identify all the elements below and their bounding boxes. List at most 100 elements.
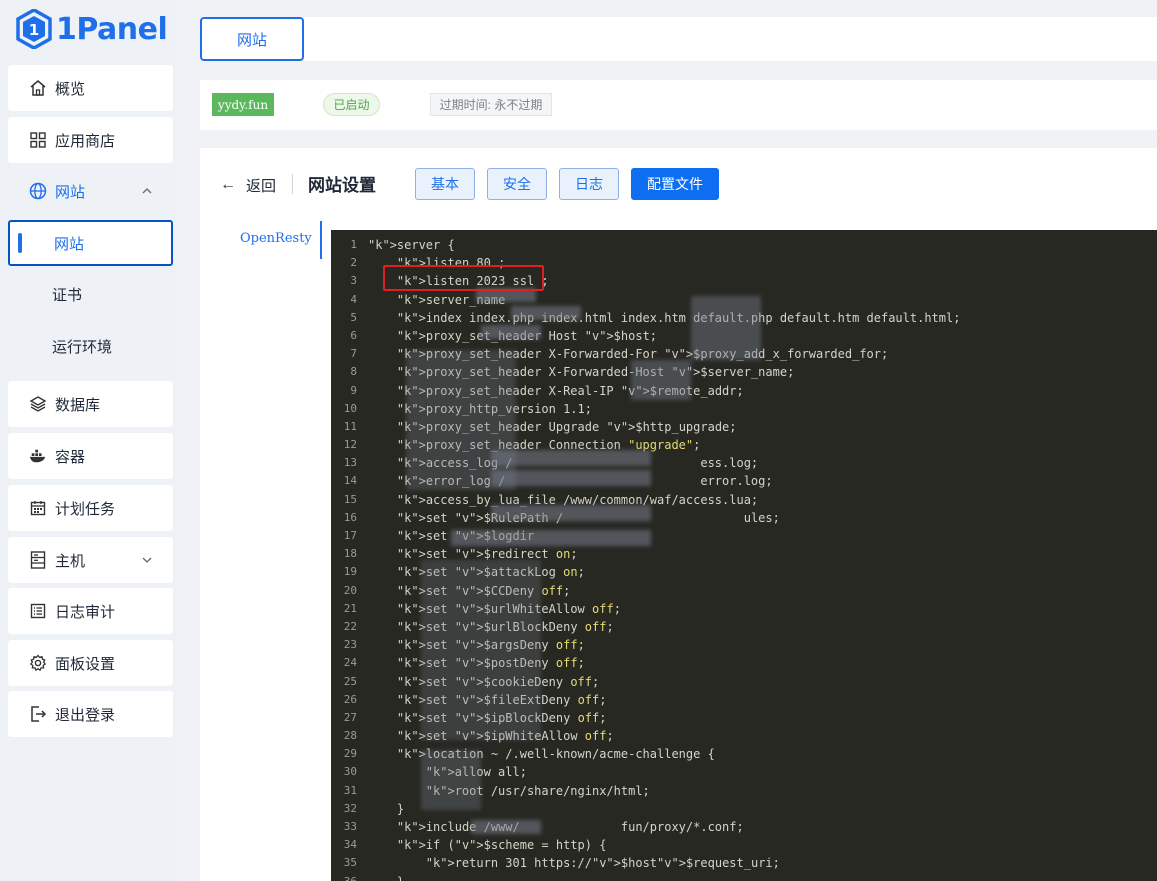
line-number: 6 bbox=[350, 328, 357, 342]
nav-logout[interactable]: 退出登录 bbox=[8, 691, 173, 737]
svg-text:1: 1 bbox=[29, 21, 39, 39]
back-label: 返回 bbox=[246, 177, 277, 195]
top-tab-bar bbox=[200, 17, 1157, 61]
sidebar-item-websites-label: 网站 bbox=[54, 235, 85, 253]
redaction-blur bbox=[406, 350, 516, 490]
line-number: 3 bbox=[350, 274, 357, 288]
home-icon bbox=[29, 79, 47, 97]
calendar-icon bbox=[29, 499, 47, 517]
logo[interactable]: 1 1Panel bbox=[16, 8, 168, 50]
redaction-blur bbox=[511, 306, 581, 320]
line-number: 7 bbox=[350, 347, 357, 361]
nav-overview[interactable]: 概览 bbox=[8, 65, 173, 111]
status-badge: 已启动 bbox=[323, 93, 380, 116]
line-number: 1 bbox=[350, 238, 357, 251]
gear-icon bbox=[29, 654, 47, 672]
line-number: 16 bbox=[343, 510, 357, 524]
redaction-blur bbox=[421, 750, 481, 810]
line-number: 26 bbox=[343, 692, 357, 706]
line-number: 23 bbox=[343, 638, 357, 652]
config-file-button[interactable]: 配置文件 bbox=[631, 168, 719, 200]
nav-cron-label: 计划任务 bbox=[55, 500, 116, 518]
domain-tag: yydy.fun bbox=[212, 93, 274, 116]
code-line: "k">allow all; bbox=[426, 765, 527, 780]
basic-button[interactable]: 基本 bbox=[415, 168, 475, 200]
chevron-down-icon bbox=[142, 557, 152, 563]
tab-openresty[interactable]: OpenResty bbox=[240, 231, 312, 246]
sidebar: 1 1Panel 概览 应用商店 网站 网站 证书 运行环境 数据库 容器 计划… bbox=[0, 0, 181, 881]
code-line: "k">if ("v">$scheme = http) { bbox=[396, 838, 607, 853]
nav-websites-group[interactable]: 网站 bbox=[8, 168, 173, 214]
nav-host-label: 主机 bbox=[55, 552, 86, 570]
code-editor[interactable]: 1 2 3 4 5 6 7 8 9 10 11 12 13 14 15 16 17 18 19 20 21 22 23 24 2… bbox=[331, 230, 1157, 881]
line-number: 11 bbox=[343, 419, 357, 433]
nav-containers-label: 容器 bbox=[55, 448, 86, 466]
divider bbox=[292, 174, 293, 194]
code-line: "k">location ~ /.well-known/acme-challen… bbox=[396, 747, 715, 762]
docker-icon bbox=[29, 447, 47, 465]
line-number: 27 bbox=[343, 710, 357, 724]
server-icon bbox=[29, 551, 47, 569]
line-number: 25 bbox=[343, 674, 357, 688]
line-number: 33 bbox=[343, 820, 357, 833]
code-line: } bbox=[368, 873, 1157, 881]
expire-badge: 过期时间: 永不过期 bbox=[430, 93, 552, 116]
line-number: 15 bbox=[343, 492, 357, 506]
nav-app-store-label: 应用商店 bbox=[55, 132, 116, 150]
line-number: 20 bbox=[343, 583, 357, 597]
line-number: 28 bbox=[343, 729, 357, 743]
line-number: 31 bbox=[343, 783, 357, 797]
redaction-blur bbox=[481, 325, 541, 339]
line-number: 8 bbox=[350, 365, 357, 379]
nav-panel-settings-label: 面板设置 bbox=[55, 655, 116, 673]
line-number-gutter: 1 2 3 4 5 6 7 8 9 10 11 12 13 14 15 16 17 18 19 20 21 22 23 24 2… bbox=[331, 236, 357, 881]
log-icon bbox=[29, 602, 47, 620]
code-line: "k">return 301 https://"v">$host"v">$req… bbox=[425, 856, 780, 871]
logo-text: 1Panel bbox=[56, 11, 168, 47]
tab-websites[interactable]: 网站 bbox=[200, 17, 304, 61]
code-line: } bbox=[368, 801, 405, 816]
line-number: 18 bbox=[343, 547, 357, 561]
redaction-blur bbox=[631, 360, 691, 400]
nav-database-label: 数据库 bbox=[55, 396, 101, 414]
redaction-blur bbox=[451, 530, 651, 546]
line-number: 22 bbox=[343, 619, 357, 633]
grid-icon bbox=[29, 131, 47, 149]
line-number: 17 bbox=[343, 529, 357, 542]
nav-cron[interactable]: 计划任务 bbox=[8, 485, 173, 531]
line-number: 32 bbox=[343, 801, 357, 815]
nav-log-audit[interactable]: 日志审计 bbox=[8, 588, 173, 634]
line-number: 21 bbox=[343, 601, 357, 615]
nav-log-audit-label: 日志审计 bbox=[55, 603, 116, 621]
arrow-left-icon: ← bbox=[220, 176, 236, 193]
tab-indicator bbox=[320, 221, 322, 259]
sidebar-item-certificates-label: 证书 bbox=[52, 286, 83, 304]
redaction-blur bbox=[491, 505, 651, 521]
redaction-blur bbox=[491, 450, 651, 466]
back-button[interactable]: ← 返回 bbox=[220, 174, 276, 196]
nav-database[interactable]: 数据库 bbox=[8, 381, 173, 427]
nav-overview-label: 概览 bbox=[55, 80, 86, 98]
nav-app-store[interactable]: 应用商店 bbox=[8, 117, 173, 163]
nav-containers[interactable]: 容器 bbox=[8, 433, 173, 479]
line-number: 30 bbox=[343, 765, 357, 779]
logout-icon bbox=[29, 705, 47, 723]
log-button[interactable]: 日志 bbox=[559, 168, 619, 200]
highlight-annotation bbox=[383, 265, 544, 291]
sidebar-item-runtime[interactable]: 运行环境 bbox=[8, 323, 173, 369]
security-button[interactable]: 安全 bbox=[487, 168, 547, 200]
nav-panel-settings[interactable]: 面板设置 bbox=[8, 640, 173, 686]
line-number: 10 bbox=[343, 401, 357, 415]
line-number: 34 bbox=[343, 838, 357, 852]
line-number: 19 bbox=[343, 565, 357, 579]
code-line: "k">server { bbox=[368, 238, 455, 252]
sidebar-item-runtime-label: 运行环境 bbox=[52, 338, 113, 356]
nav-host[interactable]: 主机 bbox=[8, 537, 173, 583]
line-number: 29 bbox=[343, 747, 357, 761]
sidebar-item-websites[interactable]: 网站 bbox=[8, 220, 173, 266]
line-number: 36 bbox=[331, 873, 357, 881]
layers-icon bbox=[29, 395, 47, 413]
line-number: 35 bbox=[343, 856, 357, 870]
sidebar-item-certificates[interactable]: 证书 bbox=[8, 271, 173, 317]
line-number: 13 bbox=[343, 456, 357, 470]
